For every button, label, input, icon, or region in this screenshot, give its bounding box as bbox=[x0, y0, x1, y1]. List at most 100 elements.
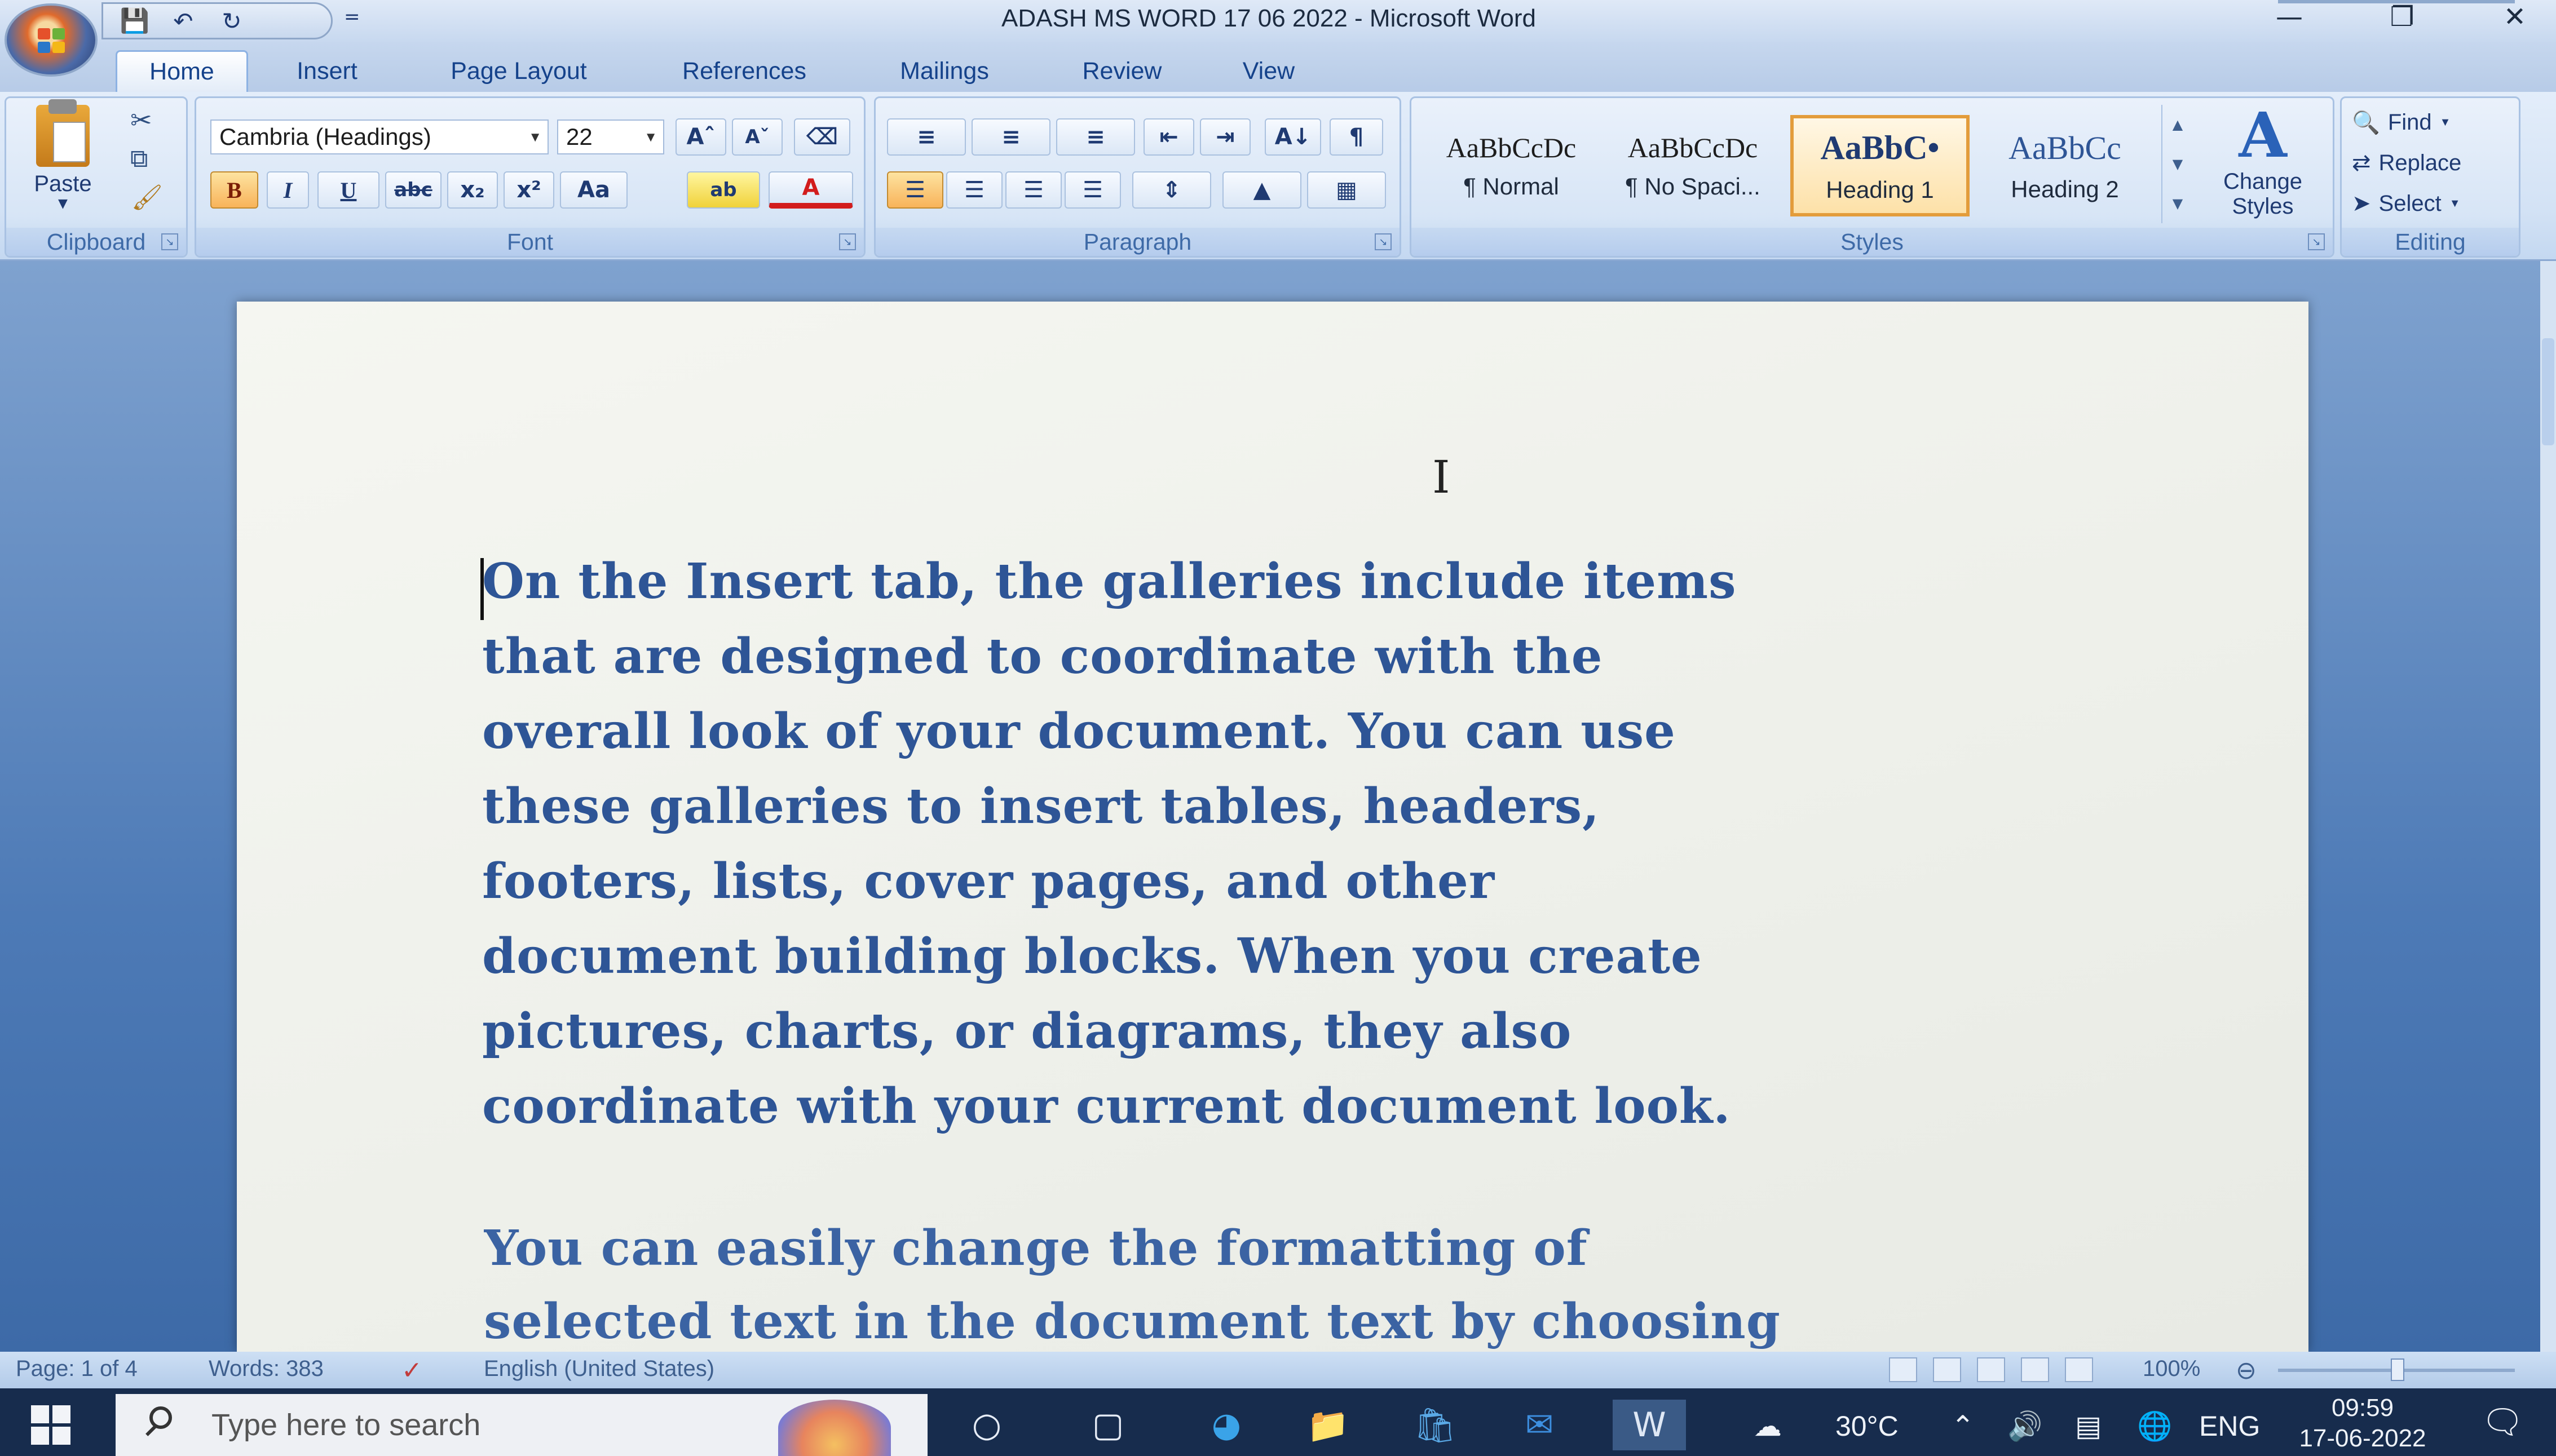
tab-page-layout[interactable]: Page Layout bbox=[420, 50, 617, 92]
superscript-button[interactable]: x² bbox=[504, 171, 554, 209]
network-icon[interactable]: ▤ bbox=[2075, 1410, 2102, 1442]
style-normal[interactable]: AaBbCcDc ¶ Normal bbox=[1422, 115, 1601, 216]
font-launcher-icon[interactable]: ↘ bbox=[839, 233, 856, 250]
align-left-icon[interactable]: ☰ bbox=[887, 171, 943, 209]
taskbar-clock[interactable]: 09:59 17-06-2022 bbox=[2284, 1393, 2442, 1454]
font-size-combo[interactable]: 22 ▼ bbox=[557, 120, 664, 154]
align-center-icon[interactable]: ☰ bbox=[946, 171, 1003, 209]
page-count[interactable]: Page: 1 of 4 bbox=[16, 1356, 138, 1382]
copy-icon[interactable]: ⧉ bbox=[130, 144, 148, 173]
style-no-spacing[interactable]: AaBbCcDc ¶ No Spaci... bbox=[1603, 115, 1782, 216]
bullets-icon[interactable]: ≡ bbox=[887, 118, 966, 156]
font-color-button[interactable]: A bbox=[769, 171, 853, 209]
document-paragraph-2[interactable]: You can easily change the formatting of … bbox=[484, 1212, 2063, 1352]
proofing-icon[interactable]: ✓ bbox=[401, 1356, 422, 1385]
chevron-up-icon[interactable]: ⌃ bbox=[1951, 1410, 1975, 1442]
task-view-icon[interactable]: ▢ bbox=[1083, 1400, 1133, 1450]
undo-icon[interactable]: ↶ bbox=[169, 6, 198, 36]
draft-icon[interactable] bbox=[2065, 1357, 2093, 1382]
weather-icon[interactable]: ☁ bbox=[1754, 1410, 1782, 1442]
scroll-down-icon[interactable]: ▼ bbox=[2173, 156, 2183, 172]
zoom-slider-knob[interactable] bbox=[2391, 1358, 2404, 1381]
find-button[interactable]: 🔍 Find ▼ bbox=[2352, 104, 2451, 141]
clear-formatting-icon[interactable]: ⌫ bbox=[794, 118, 850, 156]
close-icon[interactable]: ✕ bbox=[2481, 0, 2549, 34]
replace-button[interactable]: ⇄ Replace bbox=[2352, 144, 2461, 182]
align-right-icon[interactable]: ☰ bbox=[1005, 171, 1062, 209]
tab-mailings[interactable]: Mailings bbox=[871, 50, 1018, 92]
input-language[interactable]: ENG bbox=[2199, 1410, 2260, 1442]
borders-icon[interactable]: ▦ bbox=[1307, 171, 1386, 209]
change-styles-button[interactable]: A Change Styles bbox=[2201, 101, 2325, 225]
document-paragraph-1[interactable]: On the Insert tab, the galleries include… bbox=[482, 544, 2061, 1144]
file-explorer-icon[interactable]: 📁 bbox=[1303, 1400, 1353, 1450]
clock-date: 17-06-2022 bbox=[2299, 1424, 2426, 1452]
tab-insert[interactable]: Insert bbox=[271, 50, 383, 92]
style-normal-preview: AaBbCcDc bbox=[1446, 132, 1577, 163]
increase-indent-icon[interactable]: ⇥ bbox=[1200, 118, 1251, 156]
tab-references[interactable]: References bbox=[654, 50, 835, 92]
scroll-up-icon[interactable]: ▲ bbox=[2173, 117, 2183, 132]
select-button[interactable]: ➤ Select ▼ bbox=[2352, 185, 2460, 222]
justify-icon[interactable]: ☰ bbox=[1065, 171, 1121, 209]
style-heading-2[interactable]: AaBbCc Heading 2 bbox=[1975, 115, 2155, 216]
restore-icon[interactable]: ❐ bbox=[2368, 0, 2436, 34]
store-icon[interactable]: 🛍 bbox=[1410, 1400, 1460, 1450]
notifications-icon[interactable]: 🗨 bbox=[2481, 1402, 2524, 1442]
customize-qat-button[interactable]: = bbox=[344, 6, 360, 28]
scrollbar-thumb[interactable] bbox=[2542, 338, 2554, 445]
clipboard-launcher-icon[interactable]: ↘ bbox=[161, 233, 178, 250]
save-icon[interactable]: 💾 bbox=[120, 6, 149, 36]
subscript-button[interactable]: x₂ bbox=[447, 171, 498, 209]
font-name-combo[interactable]: Cambria (Headings) ▼ bbox=[210, 120, 549, 154]
cortana-icon[interactable]: ○ bbox=[961, 1400, 1012, 1450]
multilevel-list-icon[interactable]: ≡ bbox=[1056, 118, 1135, 156]
redo-icon[interactable]: ↻ bbox=[217, 6, 246, 36]
office-button[interactable] bbox=[5, 3, 98, 77]
styles-scroll[interactable]: ▲ ▼ ▼ bbox=[2161, 105, 2193, 223]
style-heading-1[interactable]: AaBbC• Heading 1 bbox=[1790, 115, 1970, 216]
line-spacing-icon[interactable]: ⇕ bbox=[1132, 171, 1211, 209]
numbering-icon[interactable]: ≡ bbox=[972, 118, 1050, 156]
weather-temperature[interactable]: 30°C bbox=[1835, 1410, 1899, 1442]
sort-button[interactable]: A↓ bbox=[1265, 118, 1321, 156]
zoom-level[interactable]: 100% bbox=[2143, 1356, 2200, 1382]
format-painter-icon[interactable]: 🖌 bbox=[131, 183, 163, 212]
full-screen-reading-icon[interactable] bbox=[1933, 1357, 1961, 1382]
globe-icon[interactable]: 🌐 bbox=[2137, 1410, 2172, 1443]
italic-button[interactable]: I bbox=[267, 171, 309, 209]
windows-start-icon[interactable] bbox=[31, 1405, 70, 1445]
web-layout-icon[interactable] bbox=[1977, 1357, 2005, 1382]
strikethrough-button[interactable]: abc bbox=[385, 171, 442, 209]
search-icon bbox=[149, 1406, 172, 1429]
language-indicator[interactable]: English (United States) bbox=[484, 1356, 714, 1382]
zoom-slider[interactable] bbox=[2278, 0, 2515, 3]
print-layout-icon[interactable] bbox=[1889, 1357, 1917, 1382]
word-taskbar-icon[interactable]: W bbox=[1613, 1400, 1686, 1450]
minimize-icon[interactable]: — bbox=[2255, 0, 2323, 34]
shading-icon[interactable]: ▲ bbox=[1222, 171, 1301, 209]
zoom-out-icon[interactable]: ⊖ bbox=[2236, 1356, 2257, 1385]
tab-review[interactable]: Review bbox=[1060, 50, 1184, 92]
paste-button[interactable]: Paste ▼ bbox=[16, 99, 109, 218]
volume-icon[interactable]: 🔊 bbox=[2007, 1410, 2042, 1443]
underline-button[interactable]: U bbox=[317, 171, 379, 209]
bold-button[interactable]: B bbox=[210, 171, 258, 209]
word-count[interactable]: Words: 383 bbox=[209, 1356, 324, 1382]
mail-icon[interactable]: ✉ bbox=[1514, 1400, 1565, 1450]
text-highlight-button[interactable]: ab bbox=[687, 171, 760, 209]
more-styles-icon[interactable]: ▼ bbox=[2173, 196, 2183, 211]
shrink-font-button[interactable]: Aˇ bbox=[732, 118, 783, 156]
show-formatting-button[interactable]: ¶ bbox=[1330, 118, 1383, 156]
grow-font-button[interactable]: Aˆ bbox=[676, 118, 726, 156]
edge-browser-icon[interactable]: ◕ bbox=[1201, 1400, 1252, 1450]
paragraph-launcher-icon[interactable]: ↘ bbox=[1375, 233, 1392, 250]
decrease-indent-icon[interactable]: ⇤ bbox=[1144, 118, 1194, 156]
change-case-button[interactable]: Aa bbox=[560, 171, 628, 209]
tab-view[interactable]: View bbox=[1218, 50, 1319, 92]
styles-launcher-icon[interactable]: ↘ bbox=[2308, 233, 2325, 250]
cut-icon[interactable]: ✂ bbox=[130, 105, 152, 135]
outline-icon[interactable] bbox=[2021, 1357, 2049, 1382]
change-styles-icon: A bbox=[2239, 99, 2287, 171]
tab-home[interactable]: Home bbox=[116, 50, 248, 92]
